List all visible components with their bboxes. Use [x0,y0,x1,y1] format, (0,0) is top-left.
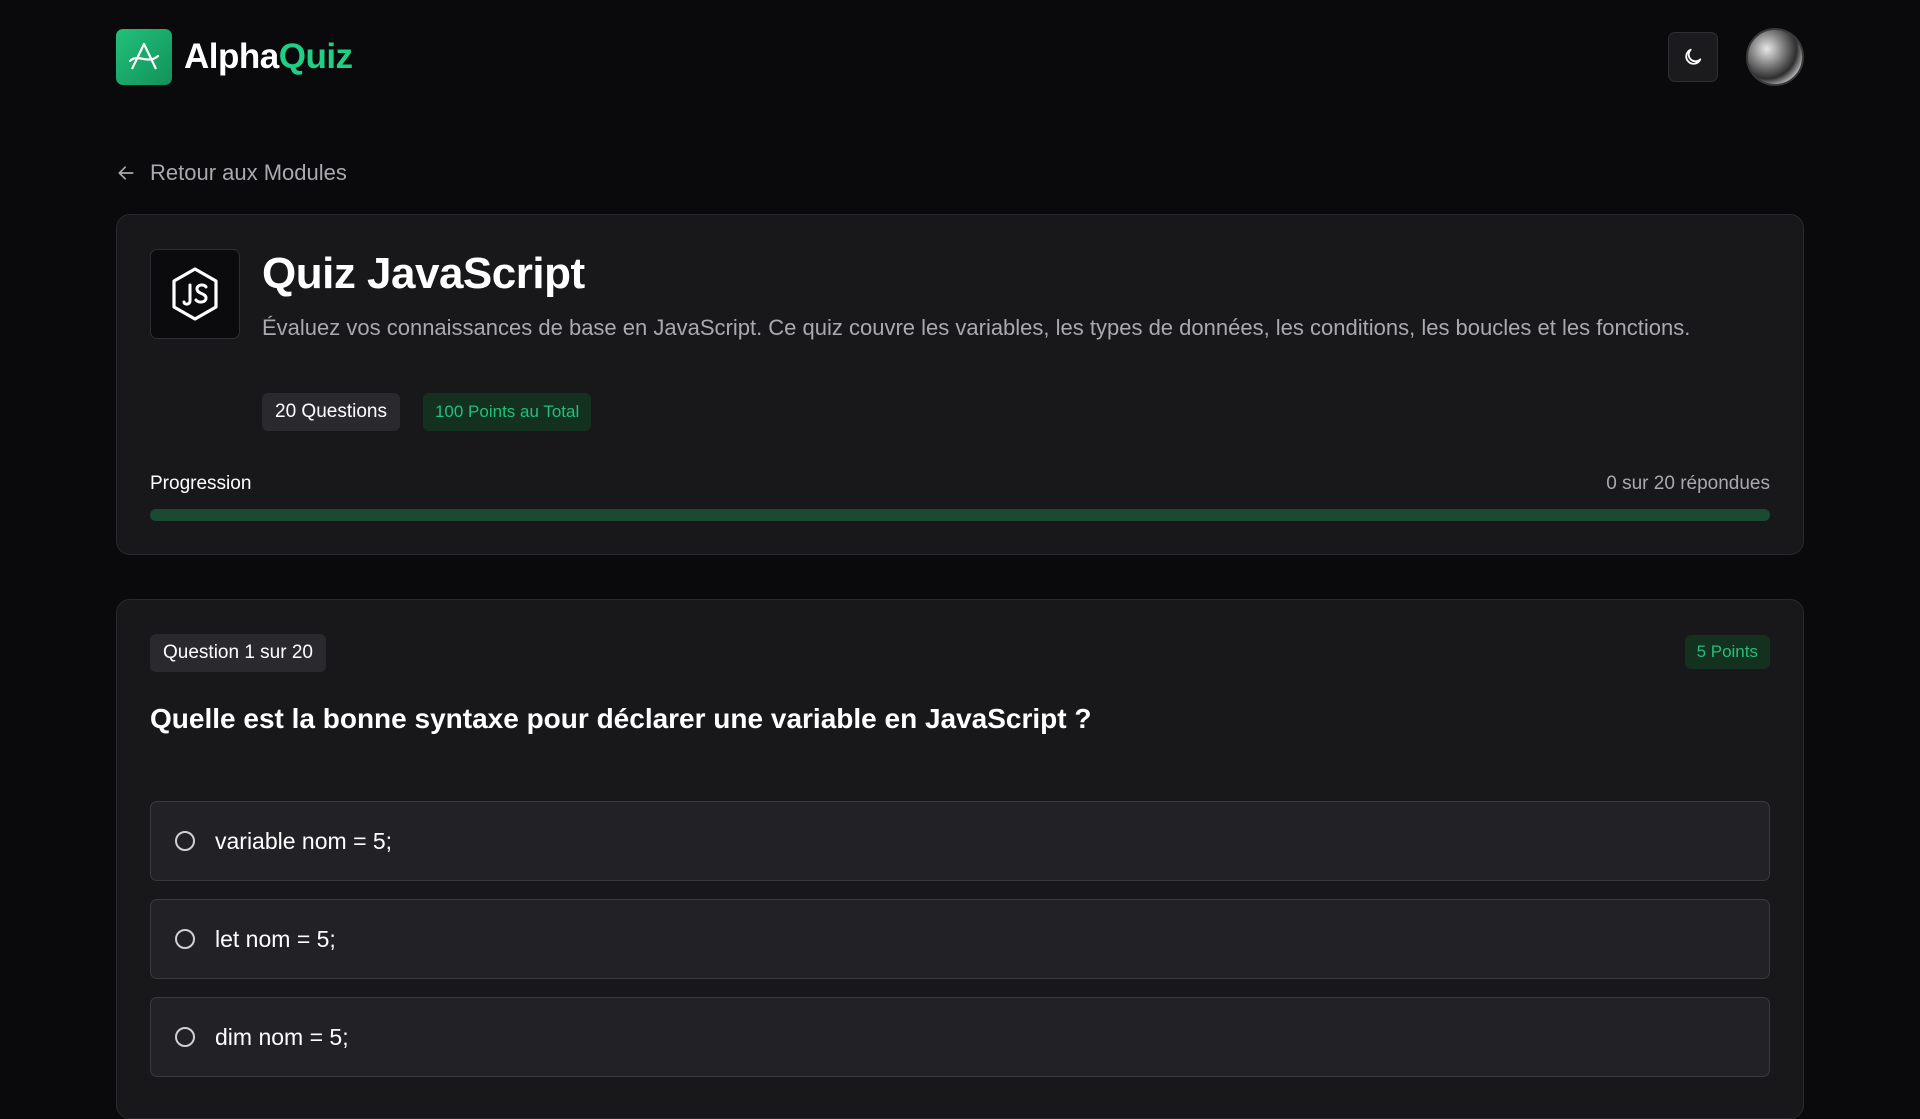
answer-option-label: let nom = 5; [215,925,336,952]
quiz-info-card: Quiz JavaScript Évaluez vos connaissance… [116,214,1804,555]
progress-label: Progression [150,473,252,494]
answer-option-label: dim nom = 5; [215,1023,349,1050]
header-actions [1668,27,1804,86]
alpha-logo-icon [116,28,172,85]
radio-button[interactable] [175,1027,195,1047]
answer-option[interactable]: let nom = 5; [150,899,1770,979]
quiz-description: Évaluez vos connaissances de base en Jav… [262,315,1691,340]
questions-count-badge: 20 Questions [262,393,400,431]
radio-button[interactable] [175,831,195,851]
quiz-badges: 20 Questions 100 Points au Total [262,393,592,431]
brand-name: AlphaQuiz [184,37,353,77]
user-avatar[interactable] [1746,27,1804,86]
radio-button[interactable] [175,929,195,949]
total-points-badge: 100 Points au Total [422,393,592,431]
question-card: Question 1 sur 20 5 Points Quelle est la… [116,599,1804,1119]
back-to-modules-link[interactable]: Retour aux Modules [116,160,347,186]
progress-bar [150,509,1770,521]
app-header: AlphaQuiz [116,27,1804,86]
moon-icon [1685,48,1702,65]
question-number-badge: Question 1 sur 20 [150,634,326,672]
progress-count: 0 sur 20 répondues [1606,473,1770,494]
brand-name-alpha: Alpha [184,36,279,76]
brand-name-quiz: Quiz [278,36,353,76]
answer-option[interactable]: variable nom = 5; [150,801,1770,881]
quiz-title: Quiz JavaScript [262,249,585,298]
question-points-badge: 5 Points [1684,635,1770,669]
back-link-label: Retour aux Modules [150,160,347,185]
theme-toggle-button[interactable] [1668,31,1718,82]
answer-options: variable nom = 5; let nom = 5; dim nom =… [150,801,1770,1077]
arrow-left-icon [118,166,134,180]
javascript-icon [150,249,240,339]
question-text: Quelle est la bonne syntaxe pour déclare… [150,703,1092,734]
brand[interactable]: AlphaQuiz [116,28,353,85]
answer-option[interactable]: dim nom = 5; [150,997,1770,1077]
answer-option-label: variable nom = 5; [215,827,393,854]
